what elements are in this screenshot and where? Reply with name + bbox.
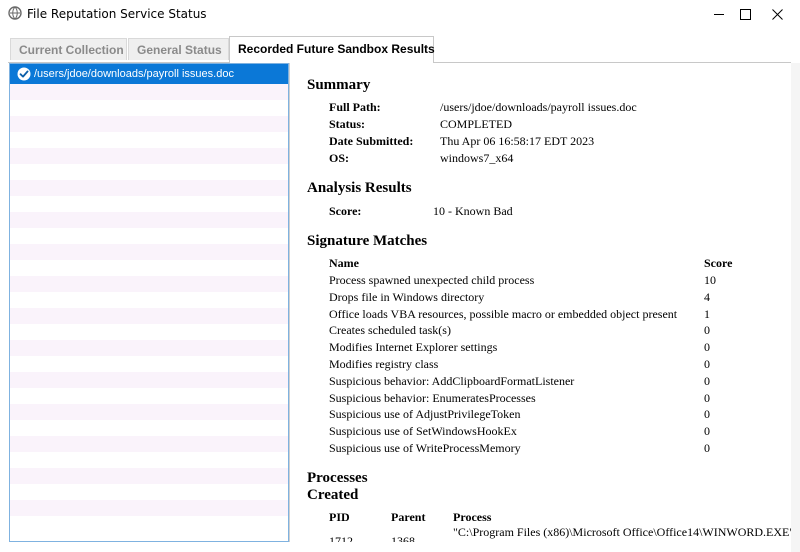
file-list[interactable]: /users/jdoe/downloads/payroll issues.doc [9, 63, 289, 542]
list-stripe [10, 420, 288, 436]
signature-name: Suspicious behavior: EnumeratesProcesses [329, 390, 536, 405]
signature-name-header: Name [329, 256, 359, 270]
list-stripe [10, 196, 288, 212]
processes-heading-created: Created [307, 487, 359, 503]
list-stripe [10, 372, 288, 388]
tab-recorded-future-sandbox-results[interactable]: Recorded Future Sandbox Results [229, 36, 435, 63]
list-stripe [10, 292, 288, 308]
signature-score: 0 [704, 323, 710, 338]
date-submitted-label: Date Submitted: [329, 134, 414, 148]
signature-name: Creates scheduled task(s) [329, 323, 451, 338]
list-stripe [10, 468, 288, 484]
list-stripe [10, 180, 288, 196]
close-button[interactable] [754, 0, 800, 28]
process-header: Process [453, 510, 492, 524]
signature-name: Drops file in Windows directory [329, 289, 485, 304]
analysis-heading: Analysis Results [307, 180, 412, 196]
list-stripe [10, 516, 288, 532]
signature-name: Suspicious use of WriteProcessMemory [329, 441, 521, 455]
score-label: Score: [329, 204, 362, 218]
full-path-label: Full Path: [329, 100, 381, 114]
list-stripe [10, 452, 288, 468]
pane-divider[interactable] [289, 63, 290, 542]
window-title: File Reputation Service Status [27, 7, 207, 21]
list-stripe [10, 132, 288, 148]
signature-name: Suspicious use of SetWindowsHookEx [329, 424, 517, 439]
full-path-value: /users/jdoe/downloads/payroll issues.doc [440, 100, 637, 114]
score-value: 10 - Known Bad [433, 204, 513, 218]
process-pid: 1712 [329, 534, 353, 542]
list-stripe [10, 484, 288, 500]
signature-score: 0 [704, 407, 710, 422]
list-stripe [10, 308, 288, 324]
app-icon [8, 6, 22, 20]
process-parent: 1368 [391, 534, 415, 542]
signature-name: Modifies Internet Explorer settings [329, 340, 498, 355]
signature-name: Office loads VBA resources, possible mac… [329, 306, 678, 321]
status-label: Status: [329, 117, 366, 131]
check-icon [17, 67, 31, 81]
signature-score: 0 [704, 340, 710, 355]
status-value: COMPLETED [440, 117, 512, 131]
summary-heading: Summary [307, 77, 371, 93]
signature-score: 10 [704, 273, 716, 287]
tab-bar: Current Collection General Status Record… [8, 36, 791, 63]
signature-score: 1 [704, 306, 710, 321]
file-path-label: /users/jdoe/downloads/payroll issues.doc [34, 68, 234, 80]
list-stripe [10, 388, 288, 404]
signature-score: 0 [704, 424, 710, 439]
tab-current-collection[interactable]: Current Collection [10, 38, 127, 60]
list-stripe [10, 500, 288, 516]
list-stripe [10, 340, 288, 356]
signature-name: Process spawned unexpected child process [329, 273, 535, 287]
list-stripe [10, 164, 288, 180]
list-stripe [10, 116, 288, 132]
list-stripe [10, 100, 288, 116]
list-stripe [10, 244, 288, 260]
signature-name: Suspicious use of AdjustPrivilegeToken [329, 407, 521, 422]
list-stripe [10, 356, 288, 372]
list-stripe [10, 148, 288, 164]
maximize-icon [739, 8, 751, 20]
os-value: windows7_x64 [440, 151, 514, 165]
pid-header: PID [329, 510, 350, 524]
list-stripe [10, 212, 288, 228]
signature-matches-heading: Signature Matches [307, 233, 428, 249]
list-stripe [10, 228, 288, 244]
close-icon [771, 8, 783, 20]
list-stripe [10, 404, 288, 420]
list-stripe [10, 324, 288, 340]
signature-name: Suspicious behavior: AddClipboardFormatL… [329, 373, 575, 388]
signature-score: 0 [704, 390, 710, 405]
list-stripe [10, 436, 288, 452]
file-list-item[interactable]: /users/jdoe/downloads/payroll issues.doc [10, 64, 288, 84]
signature-name: Modifies registry class [329, 357, 439, 371]
os-label: OS: [329, 151, 350, 165]
vertical-scrollbar[interactable] [791, 63, 800, 552]
title-bar: File Reputation Service Status [0, 0, 800, 28]
processes-heading: Processes [307, 470, 368, 486]
list-stripe [10, 260, 288, 276]
tab-general-status[interactable]: General Status [128, 38, 229, 60]
process-path: "C:\Program Files (x86)\Microsoft Office… [453, 525, 791, 539]
list-stripe [10, 276, 288, 292]
list-stripe [10, 84, 288, 100]
results-panel: Summary Full Path: /users/jdoe/downloads… [291, 63, 791, 542]
signature-score: 4 [704, 289, 710, 304]
signature-score-header: Score [704, 256, 733, 270]
signature-score: 0 [704, 357, 710, 371]
signature-score: 0 [704, 441, 710, 455]
signature-score: 0 [704, 373, 710, 388]
parent-header: Parent [391, 510, 426, 524]
date-submitted-value: Thu Apr 06 16:58:17 EDT 2023 [440, 134, 595, 148]
